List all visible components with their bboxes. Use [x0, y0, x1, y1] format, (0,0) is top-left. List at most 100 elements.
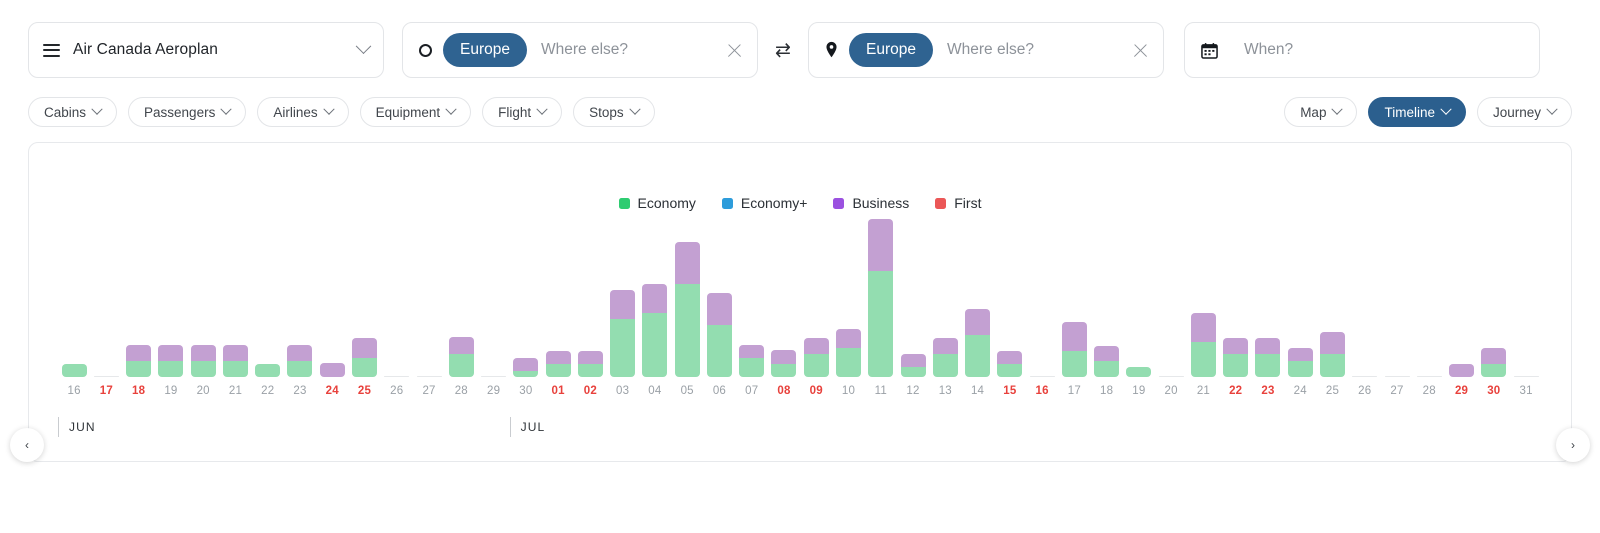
timeline-day-column[interactable]: 16: [1026, 217, 1058, 397]
destination-placeholder[interactable]: Where else?: [947, 41, 1126, 59]
timeline-day-column[interactable]: 22: [1220, 217, 1252, 397]
timeline-day-column[interactable]: 03: [607, 217, 639, 397]
timeline-day-column[interactable]: 29: [477, 217, 509, 397]
stacked-bar[interactable]: [1190, 312, 1216, 377]
program-selector[interactable]: Air Canada Aeroplan: [28, 22, 384, 78]
timeline-day-column[interactable]: 28: [445, 217, 477, 397]
stacked-bar[interactable]: [513, 357, 539, 377]
timeline-day-column[interactable]: 29: [1445, 217, 1477, 397]
timeline-day-column[interactable]: 13: [929, 217, 961, 397]
timeline-day-column[interactable]: 28: [1413, 217, 1445, 397]
stacked-bar[interactable]: [1449, 364, 1475, 377]
stacked-bar[interactable]: [803, 338, 829, 377]
timeline-day-column[interactable]: 30: [1478, 217, 1510, 397]
timeline-day-column[interactable]: 07: [736, 217, 768, 397]
origin-field[interactable]: Europe Where else?: [402, 22, 758, 78]
stacked-bar[interactable]: [610, 289, 636, 377]
timeline-day-column[interactable]: 18: [123, 217, 155, 397]
timeline-day-column[interactable]: 09: [800, 217, 832, 397]
when-field[interactable]: When?: [1184, 22, 1540, 78]
timeline-day-column[interactable]: 17: [1058, 217, 1090, 397]
destination-chip[interactable]: Europe: [849, 33, 933, 67]
timeline-day-column[interactable]: 24: [1284, 217, 1316, 397]
stacked-bar[interactable]: [1319, 331, 1345, 377]
stacked-bar[interactable]: [1287, 348, 1313, 377]
origin-chip[interactable]: Europe: [443, 33, 527, 67]
stacked-bar[interactable]: [126, 344, 152, 377]
destination-field[interactable]: Europe Where else?: [808, 22, 1164, 78]
stacked-bar[interactable]: [222, 344, 248, 377]
legend-item-first[interactable]: First: [935, 195, 981, 211]
stacked-bar[interactable]: [868, 219, 894, 377]
stacked-bar[interactable]: [61, 364, 87, 377]
stacked-bar[interactable]: [190, 344, 216, 377]
timeline-day-column[interactable]: 18: [1091, 217, 1123, 397]
swap-button[interactable]: ⇄: [758, 22, 808, 78]
filter-pill-passengers[interactable]: Passengers: [128, 97, 247, 127]
timeline-day-column[interactable]: 04: [639, 217, 671, 397]
timeline-day-column[interactable]: 12: [897, 217, 929, 397]
view-pill-journey[interactable]: Journey: [1476, 97, 1572, 127]
origin-placeholder[interactable]: Where else?: [541, 41, 720, 59]
timeline-day-column[interactable]: 20: [1155, 217, 1187, 397]
stacked-bar[interactable]: [739, 344, 765, 377]
timeline-day-column[interactable]: 23: [1252, 217, 1284, 397]
timeline-day-column[interactable]: 26: [1349, 217, 1381, 397]
timeline-day-column[interactable]: 27: [1381, 217, 1413, 397]
timeline-day-column[interactable]: 01: [542, 217, 574, 397]
stacked-bar[interactable]: [319, 362, 345, 377]
stacked-bar[interactable]: [1061, 322, 1087, 377]
timeline-day-column[interactable]: 11: [865, 217, 897, 397]
when-placeholder[interactable]: When?: [1244, 41, 1525, 59]
stacked-bar[interactable]: [1094, 346, 1120, 377]
timeline-day-column[interactable]: 24: [316, 217, 348, 397]
stacked-bar[interactable]: [674, 241, 700, 377]
stacked-bar[interactable]: [577, 351, 603, 377]
timeline-day-column[interactable]: 10: [832, 217, 864, 397]
timeline-day-column[interactable]: 25: [1316, 217, 1348, 397]
timeline-day-column[interactable]: 08: [768, 217, 800, 397]
timeline-day-column[interactable]: 30: [510, 217, 542, 397]
destination-clear-icon[interactable]: [1132, 42, 1149, 59]
timeline-day-column[interactable]: 15: [994, 217, 1026, 397]
stacked-bar[interactable]: [287, 344, 313, 377]
timeline-day-column[interactable]: 06: [703, 217, 735, 397]
stacked-bar[interactable]: [1223, 338, 1249, 377]
filter-pill-stops[interactable]: Stops: [573, 97, 655, 127]
stacked-bar[interactable]: [642, 283, 668, 377]
timeline-day-column[interactable]: 22: [252, 217, 284, 397]
view-pill-timeline[interactable]: Timeline: [1368, 97, 1466, 127]
timeline-day-column[interactable]: 14: [961, 217, 993, 397]
timeline-day-column[interactable]: 05: [671, 217, 703, 397]
stacked-bar[interactable]: [158, 344, 184, 377]
legend-item-business[interactable]: Business: [833, 195, 909, 211]
timeline-day-column[interactable]: 31: [1510, 217, 1542, 397]
timeline-day-column[interactable]: 23: [284, 217, 316, 397]
stacked-bar[interactable]: [997, 351, 1023, 377]
timeline-day-column[interactable]: 25: [348, 217, 380, 397]
view-pill-map[interactable]: Map: [1284, 97, 1358, 127]
timeline-day-column[interactable]: 02: [574, 217, 606, 397]
filter-pill-airlines[interactable]: Airlines: [257, 97, 349, 127]
stacked-bar[interactable]: [706, 293, 732, 377]
timeline-day-column[interactable]: 27: [413, 217, 445, 397]
timeline-day-column[interactable]: 19: [1123, 217, 1155, 397]
timeline-day-column[interactable]: 17: [90, 217, 122, 397]
stacked-bar[interactable]: [255, 364, 281, 377]
stacked-bar[interactable]: [1255, 338, 1281, 377]
timeline-day-column[interactable]: 16: [58, 217, 90, 397]
stacked-bar[interactable]: [448, 336, 474, 377]
stacked-bar[interactable]: [352, 338, 378, 377]
stacked-bar[interactable]: [932, 338, 958, 377]
next-period-button[interactable]: ›: [1556, 428, 1590, 462]
stacked-bar[interactable]: [771, 349, 797, 377]
prev-period-button[interactable]: ‹: [10, 428, 44, 462]
stacked-bar[interactable]: [1126, 367, 1152, 377]
filter-pill-flight[interactable]: Flight: [482, 97, 563, 127]
stacked-bar[interactable]: [965, 309, 991, 377]
stacked-bar[interactable]: [900, 354, 926, 377]
stacked-bar[interactable]: [836, 328, 861, 377]
stacked-bar[interactable]: [1481, 348, 1507, 377]
timeline-day-column[interactable]: 21: [219, 217, 251, 397]
origin-clear-icon[interactable]: [726, 42, 743, 59]
